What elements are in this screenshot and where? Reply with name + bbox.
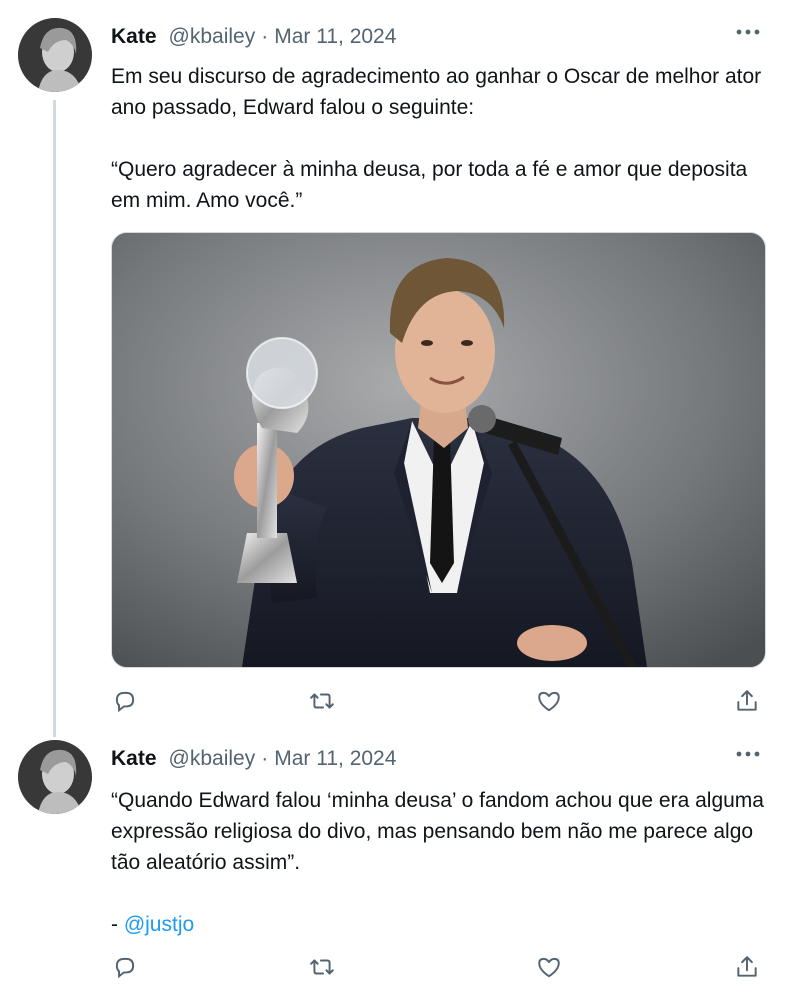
tweet-quote: “Quando Edward falou ‘minha deusa’ o fan… <box>111 789 764 874</box>
tweet-signature: - @justjo <box>111 909 766 940</box>
like-button[interactable] <box>532 684 566 718</box>
like-button[interactable] <box>532 950 566 984</box>
retweet-button[interactable] <box>305 684 339 718</box>
share-icon <box>737 690 757 711</box>
tweet-text: “Quando Edward falou ‘minha deusa’ o fan… <box>111 785 766 940</box>
reply-button[interactable] <box>108 950 142 984</box>
reply-icon <box>115 957 135 979</box>
tweet-2: Kate @kbailey · Mar 11, 2024 “Quando Edw… <box>0 740 785 1000</box>
tweet-quote: “Quero agradecer à minha deusa, por toda… <box>111 158 748 212</box>
separator-dot: · <box>261 747 269 770</box>
reply-icon <box>115 691 135 713</box>
tweet-actions <box>108 684 768 718</box>
share-icon <box>737 956 757 977</box>
author-name[interactable]: Kate <box>111 747 157 771</box>
signature-prefix: - <box>111 913 124 936</box>
tweet-header: Kate @kbailey · Mar 11, 2024 <box>111 744 396 774</box>
avatar[interactable] <box>18 740 92 814</box>
reply-button[interactable] <box>108 684 142 718</box>
tweet-date[interactable]: Mar 11, 2024 <box>274 25 396 49</box>
tweet-photo[interactable] <box>111 232 766 668</box>
author-handle[interactable]: @kbailey <box>169 25 256 49</box>
retweet-icon <box>310 959 334 975</box>
share-button[interactable] <box>730 950 764 984</box>
more-horizontal-icon <box>736 29 760 35</box>
tweet-actions <box>108 950 768 984</box>
more-horizontal-icon <box>736 751 760 757</box>
more-options-button[interactable] <box>733 742 763 766</box>
tweet-text: Em seu discurso de agradecimento ao ganh… <box>111 61 766 216</box>
tweet-header: Kate @kbailey · Mar 11, 2024 <box>111 22 396 52</box>
tweet-paragraph: Em seu discurso de agradecimento ao ganh… <box>111 65 762 119</box>
heart-icon <box>538 691 560 712</box>
retweet-button[interactable] <box>305 950 339 984</box>
heart-icon <box>538 957 560 978</box>
author-handle[interactable]: @kbailey <box>169 747 256 771</box>
tweet-date[interactable]: Mar 11, 2024 <box>274 747 396 771</box>
separator-dot: · <box>261 25 269 48</box>
avatar[interactable] <box>18 18 92 92</box>
mention-link[interactable]: @justjo <box>124 913 194 936</box>
author-name[interactable]: Kate <box>111 25 157 49</box>
share-button[interactable] <box>730 684 764 718</box>
tweet-1: Kate @kbailey · Mar 11, 2024 Em seu disc… <box>0 0 785 740</box>
more-options-button[interactable] <box>733 20 763 44</box>
retweet-icon <box>310 693 334 709</box>
